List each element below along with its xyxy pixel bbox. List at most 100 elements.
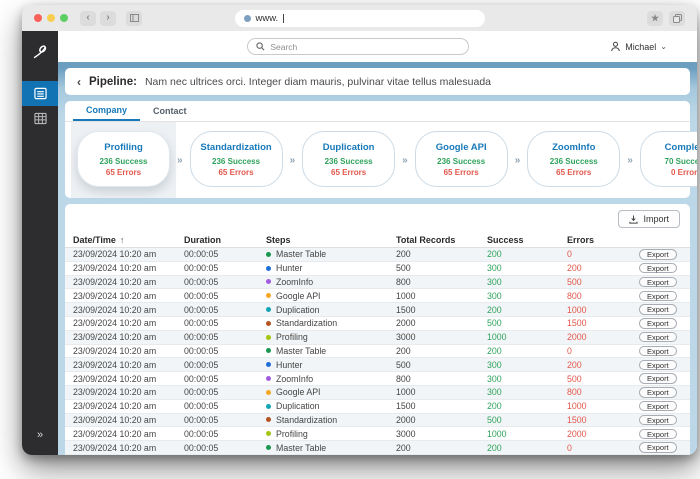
export-button[interactable]: Export	[639, 249, 677, 260]
copy-tabs-icon[interactable]	[669, 10, 685, 26]
table-row: 23/09/2024 10:20 am 00:00:05 Hunter 500 …	[65, 358, 690, 373]
user-menu[interactable]: Michael ⌄	[610, 41, 667, 52]
forward-button[interactable]: ›	[100, 10, 116, 26]
cell-total-records: 200	[396, 345, 411, 356]
export-button[interactable]: Export	[639, 359, 677, 371]
cell-datetime: 23/09/2024 10:20 am	[73, 318, 157, 329]
bookmark-star-icon[interactable]: ★	[647, 10, 663, 26]
main-area: Search Michael ⌄ ‹ Pipeline: Nam nec ult…	[58, 31, 697, 455]
cell-datetime: 23/09/2024 10:20 am	[73, 414, 157, 425]
cell-total-records: 3000	[396, 428, 416, 439]
cell-total-records: 3000	[396, 332, 416, 343]
sidebar-toggle-icon[interactable]	[126, 10, 142, 26]
cell-export: Export	[631, 262, 690, 274]
stage-card: Google API 236 Success 65 Errors	[414, 131, 508, 187]
stage-name: ZoomInfo	[552, 141, 596, 153]
sort-asc-icon: ↑	[119, 234, 125, 245]
pipeline-stage[interactable]: Google API 236 Success 65 Errors	[409, 122, 514, 198]
tab-bar: Company Contact	[65, 101, 690, 122]
export-button[interactable]: Export	[639, 304, 677, 315]
pipeline-description: Nam nec ultrices orci. Integer diam maur…	[144, 75, 492, 88]
cell-duration: 00:00:05	[184, 428, 219, 439]
stage-error-count: 65 Errors	[218, 167, 254, 177]
step-status-dot	[266, 362, 271, 368]
step-name: Duplication	[276, 401, 320, 412]
cell-step: Standardization	[266, 318, 396, 328]
text-cursor	[283, 13, 285, 23]
pipeline-stage[interactable]: Standardization 236 Success 65 Errors	[184, 122, 289, 198]
export-button[interactable]: Export	[639, 400, 677, 412]
cell-duration: 00:00:05	[184, 401, 219, 412]
chrome-right-actions: ★	[647, 10, 685, 26]
cell-errors: 0	[567, 442, 572, 453]
export-button[interactable]: Export	[639, 428, 677, 439]
stage-name: Profiling	[104, 141, 143, 153]
cell-errors: 0	[567, 249, 572, 260]
step-name: ZoomInfo	[276, 276, 314, 287]
table-row: 23/09/2024 10:20 am 00:00:05 Duplication…	[65, 400, 690, 414]
content-area: ‹ Pipeline: Nam nec ultrices orci. Integ…	[58, 62, 697, 455]
export-button[interactable]: Export	[639, 331, 677, 343]
export-button[interactable]: Export	[639, 373, 677, 384]
export-button[interactable]: Export	[639, 387, 677, 398]
table-row: 23/09/2024 10:20 am 00:00:05 Google API …	[65, 385, 690, 400]
minimize-window-icon[interactable]	[47, 14, 55, 22]
cell-datetime: 23/09/2024 10:20 am	[73, 428, 157, 439]
table-row: 23/09/2024 10:20 am 00:00:05 Master Tabl…	[65, 441, 690, 455]
zoom-window-icon[interactable]	[60, 14, 68, 22]
export-button[interactable]: Export	[639, 345, 677, 357]
cell-success: 300	[487, 387, 502, 398]
cell-step: Master Table	[266, 249, 396, 259]
cell-total-records: 1500	[396, 401, 416, 412]
back-chevron-icon[interactable]: ‹	[77, 75, 81, 89]
import-button[interactable]: Import	[618, 210, 680, 228]
cell-total-records: 2000	[396, 318, 416, 329]
step-name: ZoomInfo	[276, 373, 314, 384]
stage-separator-icon: »	[402, 154, 408, 166]
cell-export: Export	[631, 290, 690, 302]
cell-datetime: 23/09/2024 10:20 am	[73, 345, 157, 356]
pipeline-label: Pipeline:	[89, 75, 137, 88]
close-window-icon[interactable]	[34, 14, 42, 22]
cell-step: Google API	[266, 291, 396, 301]
list-icon	[33, 87, 47, 100]
stage-card: Complete 70 Success 0 Errors	[639, 131, 697, 187]
cell-step: Duplication	[266, 305, 396, 315]
export-button[interactable]: Export	[639, 290, 677, 302]
pipeline-stage[interactable]: Duplication 236 Success 65 Errors	[296, 122, 401, 198]
app-topbar: Search Michael ⌄	[58, 31, 697, 62]
sidebar-expand-icon[interactable]: »	[37, 429, 43, 441]
pipeline-stage[interactable]: Complete 70 Success 0 Errors	[634, 122, 697, 198]
address-bar[interactable]: www.	[234, 9, 485, 27]
table-row: 23/09/2024 10:20 am 00:00:05 Profiling 3…	[65, 427, 690, 442]
tab-company[interactable]: Company	[73, 101, 141, 121]
cell-success: 1000	[487, 332, 507, 343]
table-row: 23/09/2024 10:20 am 00:00:05 Profiling 3…	[65, 330, 690, 345]
cell-export: Export	[631, 359, 690, 371]
sidebar-item-data-grid[interactable]	[22, 106, 58, 131]
cell-duration: 00:00:05	[184, 290, 219, 301]
cell-total-records: 200	[396, 442, 411, 453]
pipeline-stage[interactable]: Profiling 236 Success 65 Errors	[71, 122, 176, 198]
cell-export: Export	[631, 249, 690, 260]
sidebar-item-pipelines[interactable]	[22, 81, 58, 106]
cell-duration: 00:00:05	[184, 373, 219, 384]
step-name: Master Table	[276, 442, 327, 453]
cell-duration: 00:00:05	[184, 304, 219, 315]
export-button[interactable]: Export	[639, 276, 677, 288]
stage-separator-icon: »	[177, 154, 183, 166]
cell-datetime: 23/09/2024 10:20 am	[73, 332, 157, 343]
stage-error-count: 65 Errors	[331, 167, 367, 177]
column-header-datetime[interactable]: Date/Time ↑	[73, 235, 184, 245]
tab-contact[interactable]: Contact	[140, 101, 200, 121]
pipeline-stage[interactable]: ZoomInfo 236 Success 65 Errors	[521, 122, 626, 198]
back-button[interactable]: ‹	[80, 10, 96, 26]
cell-errors: 1500	[567, 414, 587, 425]
export-button[interactable]: Export	[639, 262, 677, 274]
cell-success: 300	[487, 290, 502, 301]
global-search-input[interactable]: Search	[247, 38, 470, 55]
cell-duration: 00:00:05	[184, 442, 219, 453]
export-button[interactable]: Export	[639, 414, 677, 426]
export-button[interactable]: Export	[639, 442, 677, 453]
export-button[interactable]: Export	[639, 318, 677, 329]
